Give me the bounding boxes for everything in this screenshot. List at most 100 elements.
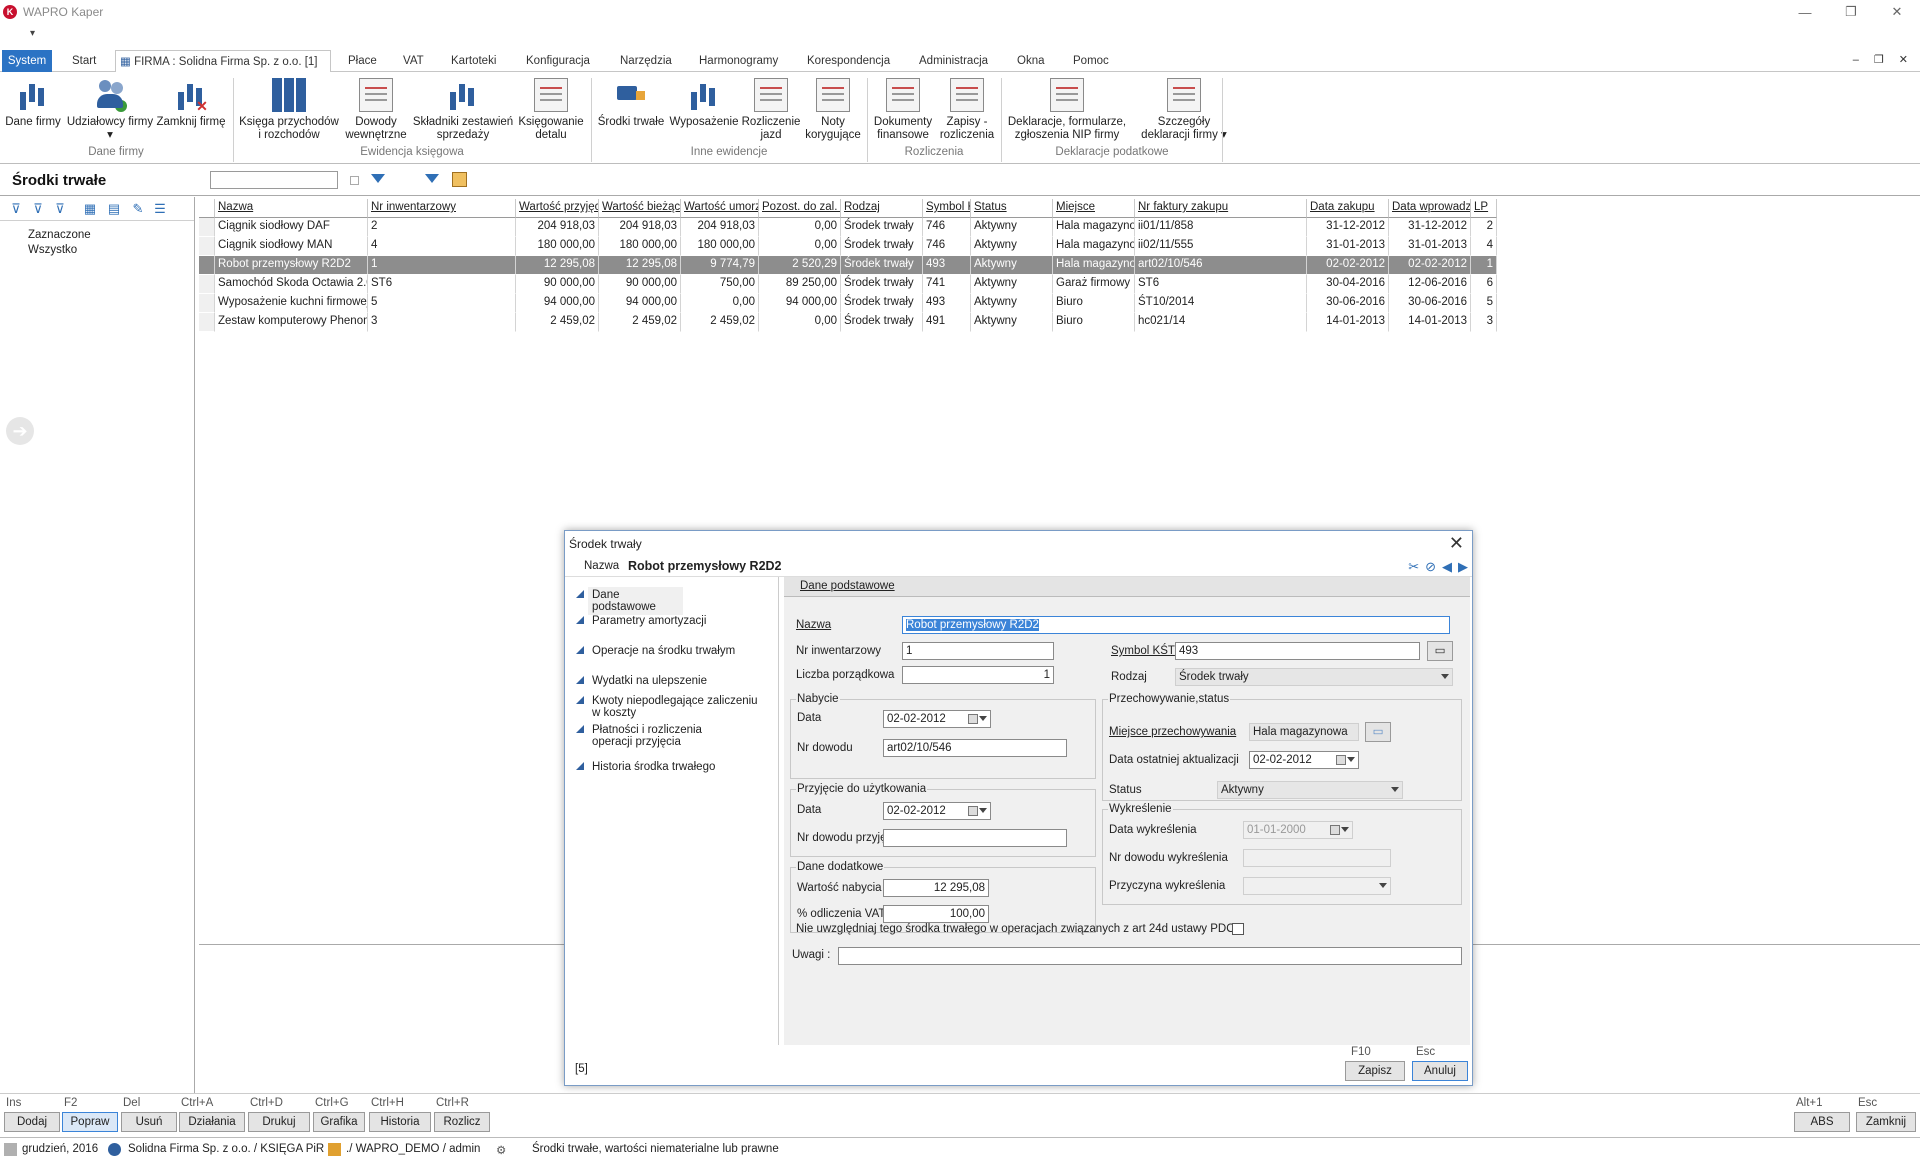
column-header[interactable]: Miejsce bbox=[1053, 199, 1135, 218]
row-indicator[interactable] bbox=[199, 256, 215, 275]
dane-firmy-button[interactable]: Dane firmy bbox=[4, 78, 62, 129]
tab-korespondencja[interactable]: Korespondencja bbox=[803, 50, 894, 72]
tab-pomoc[interactable]: Pomoc bbox=[1069, 50, 1113, 72]
dokumenty-button[interactable]: Dokumenty finansowe bbox=[870, 78, 936, 142]
minimize-icon[interactable]: — bbox=[1782, 0, 1828, 24]
tab-narzedzia[interactable]: Narzędzia bbox=[616, 50, 676, 72]
miejsce-lookup-button[interactable]: ▭ bbox=[1365, 722, 1391, 742]
uwagi-input[interactable] bbox=[838, 947, 1462, 965]
export-icon[interactable] bbox=[452, 172, 467, 187]
restore-icon[interactable]: ❐ bbox=[1828, 0, 1874, 24]
dialog-close-icon[interactable]: ✕ bbox=[1449, 533, 1464, 554]
column-header[interactable]: Nr faktury zakupu bbox=[1135, 199, 1307, 218]
prev-record-icon[interactable]: ◀ bbox=[1442, 559, 1452, 575]
zapisy-button[interactable]: Zapisy - rozliczenia bbox=[936, 78, 998, 142]
przyjecie-date-input[interactable]: 02-02-2012 bbox=[883, 802, 991, 820]
table-row[interactable]: Wyposażenie kuchni firmowej 5 94 000,00 94 … bbox=[199, 294, 1497, 313]
row-indicator[interactable] bbox=[199, 294, 215, 313]
toolbar-button-działania[interactable]: Działania bbox=[179, 1112, 245, 1132]
qat-dropdown-icon[interactable]: ▾ bbox=[30, 28, 35, 39]
grid-icon[interactable]: ▦ bbox=[82, 201, 98, 217]
column-header[interactable]: Wartość przyjęc bbox=[516, 199, 599, 218]
nav-kwoty[interactable]: Kwoty niepodlegające zaliczeniu w koszty bbox=[576, 695, 764, 719]
column-header[interactable]: Status bbox=[971, 199, 1053, 218]
ksiega-button[interactable]: Księga przychodów i rozchodów bbox=[238, 78, 340, 142]
clear-filter-icon[interactable]: ⊽ bbox=[8, 201, 24, 217]
nav-dane-podstawowe[interactable]: Dane podstawowe bbox=[576, 587, 683, 615]
row-indicator[interactable] bbox=[199, 275, 215, 294]
srodki-trwale-button[interactable]: Środki trwałe bbox=[594, 78, 668, 129]
nr-inw-input[interactable]: 1 bbox=[902, 642, 1054, 660]
data-akt-input[interactable]: 02-02-2012 bbox=[1249, 751, 1359, 769]
toolbar-button-rozlicz[interactable]: Rozlicz bbox=[434, 1112, 490, 1132]
toolbar-button-grafika[interactable]: Grafika bbox=[313, 1112, 365, 1132]
zamknij-firme-button[interactable]: ✕ Zamknij firmę bbox=[156, 78, 226, 129]
save-button[interactable]: Zapisz bbox=[1345, 1061, 1405, 1081]
row-indicator[interactable] bbox=[199, 313, 215, 332]
symbol-input[interactable]: 493 bbox=[1175, 642, 1420, 660]
table-row[interactable]: Robot przemysłowy R2D2 1 12 295,08 12 295,0… bbox=[199, 256, 1497, 275]
toolbar-button-popraw[interactable]: Popraw bbox=[62, 1112, 118, 1132]
row-indicator[interactable] bbox=[199, 237, 215, 256]
szczegoly-button[interactable]: Szczegóły deklaracji firmy ▾ bbox=[1134, 78, 1234, 142]
vat-input[interactable]: 100,00 bbox=[883, 905, 989, 923]
search-checkbox[interactable] bbox=[350, 176, 359, 185]
next-record-icon[interactable]: ▶ bbox=[1458, 559, 1468, 575]
tab-harmonogramy[interactable]: Harmonogramy bbox=[695, 50, 782, 72]
column-header[interactable]: Data zakupu bbox=[1307, 199, 1389, 218]
cancel-button[interactable]: Anuluj bbox=[1412, 1061, 1468, 1081]
nav-platnosci[interactable]: Płatności i rozliczenia operacji przyjęc… bbox=[576, 724, 742, 748]
dowody-button[interactable]: Dowody wewnętrzne bbox=[342, 78, 410, 142]
nav-operacje[interactable]: Operacje na środku trwałym bbox=[576, 645, 772, 657]
tab-okna[interactable]: Okna bbox=[1013, 50, 1049, 72]
column-header[interactable]: Data wprowadz bbox=[1389, 199, 1471, 218]
mdi-window-controls[interactable]: – ❐ ✕ bbox=[1853, 53, 1914, 66]
scissors-icon[interactable]: ✂ bbox=[1408, 559, 1419, 575]
pin-icon[interactable]: ✎ bbox=[130, 201, 146, 217]
tab-administracja[interactable]: Administracja bbox=[915, 50, 992, 72]
udzialowcy-button[interactable]: Udziałowcy firmy ▾ bbox=[66, 78, 154, 142]
close-icon[interactable]: ✕ bbox=[1874, 0, 1920, 24]
miejsce-input[interactable]: Hala magazynowa bbox=[1249, 723, 1359, 741]
wyposazenie-button[interactable]: Wyposażenie bbox=[668, 78, 740, 129]
tab-konfiguracja[interactable]: Konfiguracja bbox=[522, 50, 594, 72]
tab-place[interactable]: Płace bbox=[344, 50, 381, 72]
toolbar-button-historia[interactable]: Historia bbox=[369, 1112, 431, 1132]
column-header[interactable]: Wartość umorz bbox=[681, 199, 759, 218]
tab-start[interactable]: Start bbox=[68, 50, 100, 72]
column-header[interactable]: Nr inwentarzowy bbox=[368, 199, 516, 218]
filter-icon[interactable] bbox=[370, 172, 386, 188]
przyczyna-select[interactable] bbox=[1243, 877, 1391, 895]
filter-wszystko[interactable]: Wszystko bbox=[28, 244, 77, 256]
tab-firma[interactable]: ▦ FIRMA : Solidna Firma Sp. z o.o. [1] bbox=[115, 50, 331, 73]
table-row[interactable]: Zestaw komputerowy Phenom I32 459,02 2 45… bbox=[199, 313, 1497, 332]
attachment-icon[interactable]: ⊘ bbox=[1425, 559, 1436, 575]
collapse-arrow-icon[interactable]: ➔ bbox=[6, 417, 34, 445]
refresh-icon[interactable]: ▤ bbox=[106, 201, 122, 217]
tab-system[interactable]: System bbox=[2, 50, 52, 72]
column-header[interactable]: Pozost. do zal. ( bbox=[759, 199, 841, 218]
row-indicator[interactable] bbox=[199, 218, 215, 237]
toolbar-button-usuń[interactable]: Usuń bbox=[121, 1112, 177, 1132]
noty-button[interactable]: Noty korygujące bbox=[802, 78, 864, 142]
tab-dane-podstawowe[interactable]: Dane podstawowe bbox=[784, 577, 1470, 597]
rodzaj-select[interactable]: Środek trwały bbox=[1175, 668, 1453, 686]
status-period[interactable]: grudzień, 2016 bbox=[22, 1143, 98, 1155]
toolbar-button-drukuj[interactable]: Drukuj bbox=[248, 1112, 310, 1132]
status-db[interactable]: ./ WAPRO_DEMO / admin bbox=[346, 1143, 480, 1155]
column-header[interactable]: Wartość bieżąc bbox=[599, 199, 681, 218]
table-row[interactable]: Ciągnik siodłowy MAN 4 180 000,00 180 000,0… bbox=[199, 237, 1497, 256]
symbol-lookup-button[interactable]: ▭ bbox=[1427, 641, 1453, 661]
filter-options-icon[interactable] bbox=[424, 172, 440, 188]
status-firm[interactable]: Solidna Firma Sp. z o.o. / KSIĘGA PiR bbox=[128, 1143, 324, 1155]
toolbar-button-abs[interactable]: ABS bbox=[1794, 1112, 1850, 1132]
add-filter-icon[interactable]: ⊽ bbox=[30, 201, 46, 217]
deklaracje-button[interactable]: Deklaracje, formularze, zgłoszenia NIP fi… bbox=[1004, 78, 1130, 142]
column-header[interactable]: Nazwa bbox=[215, 199, 368, 218]
nav-historia[interactable]: Historia środka trwałego bbox=[576, 761, 772, 773]
ksiegowanie-button[interactable]: Księgowanie detalu bbox=[516, 78, 586, 142]
nr-dowodu-przyjecia-input[interactable] bbox=[883, 829, 1067, 847]
settings-icon[interactable]: ⚙ bbox=[496, 1143, 506, 1157]
nazwa-input[interactable]: Robot przemysłowy R2D2 bbox=[902, 616, 1450, 634]
tab-vat[interactable]: VAT bbox=[399, 50, 428, 72]
